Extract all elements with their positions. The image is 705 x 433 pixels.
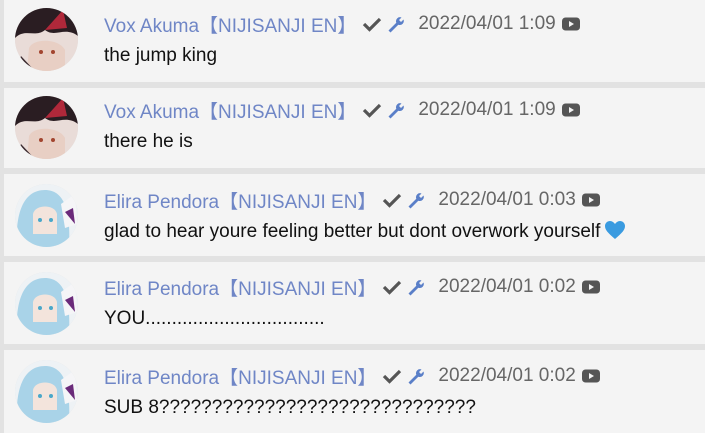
chat-message: Elira Pendora【NIJISANJI EN】 2022/04/01 0… — [4, 262, 705, 344]
wrench-icon — [406, 367, 425, 385]
verified-check-icon — [382, 279, 402, 295]
timestamp: 2022/04/01 0:02 — [438, 365, 576, 386]
avatar[interactable] — [15, 96, 78, 159]
avatar[interactable] — [15, 8, 78, 71]
chat-message: Vox Akuma【NIJISANJI EN】 2022/04/01 1:09 … — [4, 0, 705, 82]
chat-feed: Vox Akuma【NIJISANJI EN】 2022/04/01 1:09 … — [0, 0, 705, 433]
author-name[interactable]: Elira Pendora【NIJISANJI EN】 — [104, 363, 376, 390]
youtube-icon[interactable] — [561, 16, 581, 32]
avatar[interactable] — [15, 184, 78, 247]
youtube-icon[interactable] — [581, 279, 601, 295]
verified-check-icon — [382, 368, 402, 384]
chat-message: Elira Pendora【NIJISANJI EN】 2022/04/01 0… — [4, 350, 705, 433]
blue-heart-icon — [604, 220, 626, 246]
youtube-icon[interactable] — [581, 192, 601, 208]
author-name[interactable]: Elira Pendora【NIJISANJI EN】 — [104, 187, 376, 214]
message-text: the jump king — [104, 45, 218, 66]
wrench-icon — [386, 101, 405, 119]
chat-message: Vox Akuma【NIJISANJI EN】 2022/04/01 1:09 … — [4, 88, 705, 168]
verified-check-icon — [382, 192, 402, 208]
timestamp: 2022/04/01 0:02 — [438, 276, 576, 297]
avatar[interactable] — [15, 272, 78, 335]
verified-check-icon — [362, 102, 382, 118]
chat-message: Elira Pendora【NIJISANJI EN】 2022/04/01 0… — [4, 174, 705, 256]
youtube-icon[interactable] — [561, 102, 581, 118]
timestamp: 2022/04/01 0:03 — [438, 189, 576, 210]
message-text: glad to hear youre feeling better but do… — [104, 220, 626, 246]
message-text: YOU.................................. — [104, 308, 325, 329]
wrench-icon — [406, 191, 425, 209]
wrench-icon — [386, 15, 405, 33]
author-name[interactable]: Vox Akuma【NIJISANJI EN】 — [104, 11, 356, 38]
wrench-icon — [406, 278, 425, 296]
author-name[interactable]: Elira Pendora【NIJISANJI EN】 — [104, 274, 376, 301]
youtube-icon[interactable] — [581, 368, 601, 384]
avatar[interactable] — [15, 360, 78, 423]
timestamp: 2022/04/01 1:09 — [418, 13, 556, 34]
author-name[interactable]: Vox Akuma【NIJISANJI EN】 — [104, 97, 356, 124]
message-text: there he is — [104, 131, 193, 152]
verified-check-icon — [362, 16, 382, 32]
message-text: SUB 8?????????????????????????????? — [104, 397, 476, 418]
message-text-content: glad to hear youre feeling better but do… — [104, 221, 601, 242]
timestamp: 2022/04/01 1:09 — [418, 99, 556, 120]
